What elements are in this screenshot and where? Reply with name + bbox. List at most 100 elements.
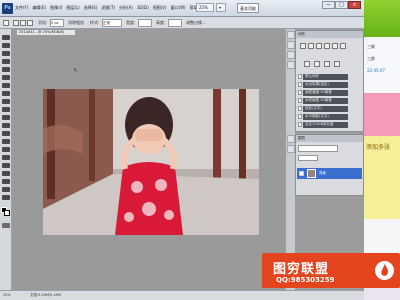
panel-icon-strip [285, 29, 295, 290]
refine-edge-button[interactable]: 调整边缘... [186, 20, 206, 26]
quick-mask-icon[interactable] [2, 223, 10, 228]
workspace-button[interactable]: 基本功能 [237, 3, 259, 13]
eyedropper-tool-icon[interactable] [2, 75, 10, 80]
add-selection-icon[interactable] [20, 20, 26, 26]
history-brush-tool-icon[interactable] [2, 107, 10, 112]
document-photo[interactable] [43, 89, 259, 235]
menu-image[interactable]: 图像(I) [50, 5, 62, 11]
actions-panel-icon[interactable] [287, 41, 295, 49]
action-row: 淡出效果(选区) [298, 81, 348, 88]
actions-panel-title: 动作 [296, 31, 363, 38]
action-check-icon[interactable] [298, 74, 302, 79]
chat-contact[interactable]: 三联 [367, 44, 375, 50]
menu-analysis[interactable]: 分析(A) [119, 5, 133, 11]
action-button[interactable]: 水中倒影(文字) [303, 113, 348, 120]
height-input[interactable] [168, 19, 182, 27]
menu-window[interactable]: 窗口(W) [171, 5, 186, 11]
action-expand-icon[interactable] [324, 61, 330, 67]
antialias-label: 消除锯齿 [68, 20, 84, 25]
lock-controls[interactable] [298, 155, 318, 161]
stamp-tool-icon[interactable] [2, 99, 10, 104]
action-check-icon[interactable] [298, 98, 302, 103]
menu-filter[interactable]: 滤镜(T) [101, 5, 115, 11]
eraser-tool-icon[interactable] [2, 115, 10, 120]
status-bar: 25% 文档:5.49M/5.49M [0, 290, 364, 300]
swatches-panel-icon[interactable] [287, 51, 295, 59]
action-button[interactable]: 画框通道-50像素 [303, 89, 348, 96]
new-selection-icon[interactable] [13, 20, 19, 26]
minimize-button[interactable]: — [322, 1, 335, 9]
action-play-icon[interactable] [316, 43, 322, 49]
layer-row-background[interactable]: 背景 [297, 168, 362, 179]
menu-layer[interactable]: 图层(L) [66, 5, 79, 11]
width-input[interactable] [138, 19, 152, 27]
menu-3d[interactable]: 3D(D) [137, 5, 149, 11]
action-delete-icon[interactable] [340, 43, 346, 49]
mouse-cursor-icon: ↖ [73, 67, 79, 74]
action-check-icon[interactable] [298, 106, 302, 111]
action-record-icon[interactable] [308, 43, 314, 49]
lasso-tool-icon[interactable] [2, 51, 10, 56]
brush-tool-icon[interactable] [2, 91, 10, 96]
chat-add-text[interactable]: 添加多张 [366, 142, 390, 151]
type-tool-icon[interactable] [2, 155, 10, 160]
action-button[interactable]: 淡出效果(选区) [303, 81, 348, 88]
marquee-tool-icon[interactable] [2, 43, 10, 48]
background-color-swatch[interactable] [4, 210, 10, 216]
path-select-tool-icon[interactable] [2, 163, 10, 168]
move-tool-icon[interactable] [2, 35, 10, 40]
subtract-selection-icon[interactable] [27, 20, 33, 26]
chat-area-pink [364, 93, 400, 136]
action-toggle-icon[interactable] [304, 61, 310, 67]
layer-visibility-eye-icon[interactable] [299, 171, 304, 176]
action-button[interactable]: 自定义RGB到灰度 [303, 121, 348, 128]
layer-thumbnail [307, 169, 316, 178]
action-button[interactable]: 默认动作 [303, 73, 348, 80]
dodge-tool-icon[interactable] [2, 139, 10, 144]
history-panel-icon[interactable] [287, 31, 295, 39]
action-button[interactable]: 投影(文字) [303, 105, 348, 112]
marquee-tool-icon[interactable] [3, 20, 9, 26]
hand-tool-icon[interactable] [2, 187, 10, 192]
zoom-dropdown[interactable]: 25% [196, 3, 214, 12]
action-menu-icon[interactable] [334, 61, 340, 67]
action-button[interactable]: 木质画框-50像素 [303, 97, 348, 104]
action-new-set-icon[interactable] [324, 43, 330, 49]
gradient-tool-icon[interactable] [2, 123, 10, 128]
menu-select[interactable]: 选择(S) [84, 5, 98, 11]
menu-edit[interactable]: 编辑(E) [32, 5, 46, 11]
healing-tool-icon[interactable] [2, 83, 10, 88]
quick-select-tool-icon[interactable] [2, 59, 10, 64]
layer-name: 背景 [319, 171, 326, 175]
close-button[interactable]: × [348, 1, 361, 9]
maximize-button[interactable]: □ [335, 1, 348, 9]
action-row: 水中倒影(文字) [298, 113, 348, 120]
action-check-icon[interactable] [298, 114, 302, 119]
layers-panel-icon[interactable] [287, 135, 295, 143]
menu-view[interactable]: 视图(V) [153, 5, 167, 11]
action-check-icon[interactable] [298, 122, 302, 127]
shape-tool-icon[interactable] [2, 171, 10, 176]
menu-file[interactable]: 文件(F) [15, 5, 28, 11]
action-check-icon[interactable] [298, 90, 302, 95]
style-select[interactable]: 正常 [102, 19, 122, 27]
status-zoom[interactable]: 25% [3, 293, 11, 297]
chat-contact[interactable]: 三群 [367, 56, 375, 62]
channels-panel-icon[interactable] [287, 145, 295, 153]
zoom-tool-icon[interactable] [2, 195, 10, 200]
actions-panel: 动作 默认动作 淡出效果(选区) 画框通道-50像素 木质画框-50像素 投影(… [295, 30, 364, 132]
feather-label: 羽化: [38, 20, 48, 25]
pen-tool-icon[interactable] [2, 147, 10, 152]
action-check-icon[interactable] [298, 82, 302, 87]
action-new-icon[interactable] [332, 43, 338, 49]
styles-panel-icon[interactable] [287, 61, 295, 69]
action-dialog-icon[interactable] [314, 61, 320, 67]
status-doc-size: 文档:5.49M/5.49M [30, 293, 61, 297]
action-stop-icon[interactable] [300, 43, 306, 49]
blend-mode-select[interactable] [298, 145, 338, 152]
3d-rotate-tool-icon[interactable] [2, 179, 10, 184]
feather-input[interactable]: 0 px [50, 19, 64, 27]
arrange-dropdown[interactable]: ▾ [216, 3, 226, 12]
crop-tool-icon[interactable] [2, 67, 10, 72]
blur-tool-icon[interactable] [2, 131, 10, 136]
